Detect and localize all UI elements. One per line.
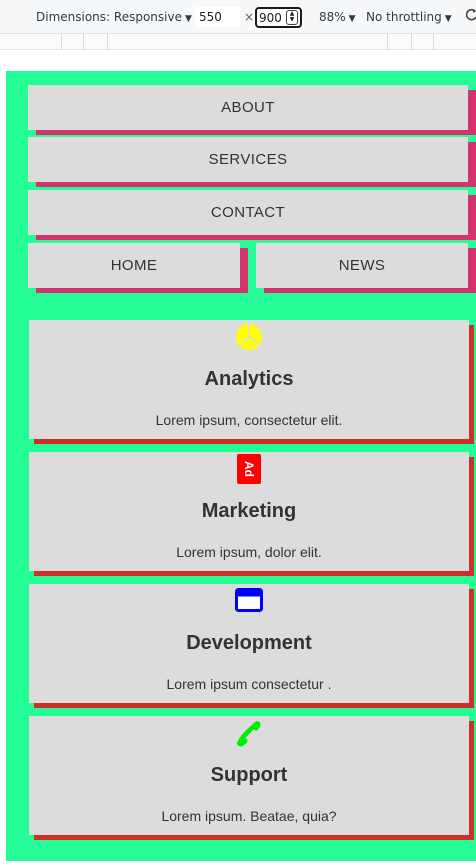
nav-news-button[interactable]: NEWS — [256, 243, 468, 288]
card-text: Lorem ipsum consectetur . — [166, 676, 332, 692]
media-query-marker[interactable] — [411, 34, 412, 50]
card-title: Marketing — [201, 500, 297, 522]
service-card-support: Support Lorem ipsum. Beatae, quia? — [29, 716, 469, 835]
media-query-bar[interactable] — [0, 34, 476, 50]
nav-news-label: NEWS — [338, 257, 386, 274]
nav-home-label: HOME — [110, 257, 158, 274]
dimensions-dropdown[interactable]: Dimensions: Responsive ▼ — [36, 10, 192, 24]
card-text: Lorem ipsum. Beatae, quia? — [161, 808, 337, 824]
nav-contact-button[interactable]: CONTACT — [28, 190, 468, 235]
card-text: Lorem ipsum, dolor elit. — [176, 544, 322, 560]
page-viewport: ABOUT SERVICES CONTACT HOME NEWS Analyti… — [6, 71, 476, 861]
nav-services-button[interactable]: SERVICES — [28, 137, 468, 182]
media-query-marker[interactable] — [107, 34, 108, 50]
dimension-separator: × — [244, 10, 255, 24]
height-input[interactable] — [259, 9, 287, 26]
card-title: Analytics — [204, 368, 294, 390]
nav-services-label: SERVICES — [208, 151, 288, 168]
caret-down-icon: ▼ — [184, 14, 192, 24]
svg-text:Ad: Ad — [242, 461, 256, 477]
ad-icon: Ad — [235, 454, 263, 484]
card-title: Development — [186, 632, 312, 654]
phone-icon — [235, 718, 263, 748]
zoom-label: 88% — [319, 10, 346, 24]
media-query-marker[interactable] — [61, 34, 62, 50]
throttling-label: No throttling — [366, 10, 442, 24]
media-query-marker[interactable] — [83, 34, 84, 50]
pie-chart-icon — [235, 322, 263, 352]
nav-about-button[interactable]: ABOUT — [28, 85, 468, 130]
card-text: Lorem ipsum, consectetur elit. — [155, 412, 343, 428]
media-query-marker[interactable] — [387, 34, 388, 50]
height-field[interactable]: ▲▼ — [255, 7, 302, 28]
width-input[interactable] — [195, 7, 240, 27]
service-card-development: Development Lorem ipsum consectetur . — [29, 584, 469, 703]
height-spinner-icon[interactable]: ▲ ▼ — [286, 10, 298, 25]
window-icon — [235, 586, 263, 616]
rotate-icon[interactable] — [466, 8, 476, 22]
dimensions-label: Dimensions: Responsive — [36, 10, 182, 24]
service-card-marketing: Ad Marketing Lorem ipsum, dolor elit. — [29, 452, 469, 571]
nav-contact-label: CONTACT — [210, 204, 286, 221]
caret-down-icon: ▼ — [444, 14, 452, 24]
nav-home-button[interactable]: HOME — [28, 243, 240, 288]
nav-about-label: ABOUT — [221, 99, 275, 116]
service-card-analytics: Analytics Lorem ipsum, consectetur elit. — [29, 320, 469, 439]
caret-down-icon: ▼ — [348, 14, 356, 24]
card-title: Support — [210, 764, 288, 786]
zoom-dropdown[interactable]: 88% ▼ — [319, 10, 356, 24]
media-query-marker[interactable] — [433, 34, 434, 50]
devtools-device-toolbar: Dimensions: Responsive▼ × ▲▼ 88%▼ No thr… — [0, 0, 476, 34]
throttling-dropdown[interactable]: No throttling ▼ — [366, 10, 452, 24]
